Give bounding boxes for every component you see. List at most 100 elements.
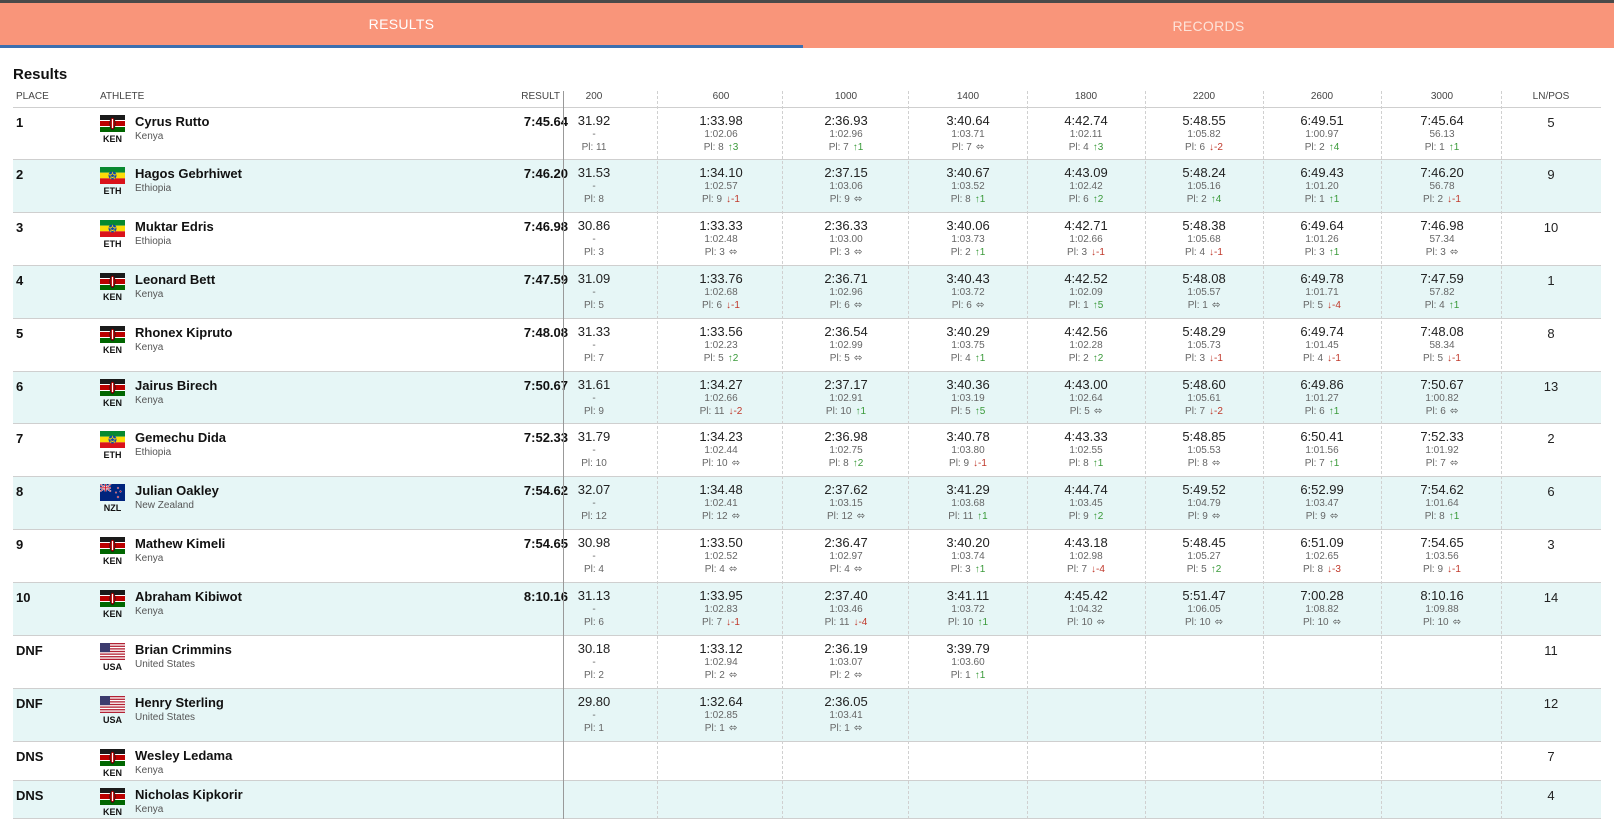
lap-time: 1:03.15: [829, 498, 863, 509]
table-row[interactable]: 1 KEN Cyrus Rutto Kenya 7:45.64 5 31.92- Pl: 11…: [13, 108, 1601, 160]
place-label: Pl: 2: [950, 247, 971, 258]
split-cell-600: 1:33.50 1:02.52 Pl: 4 ⬄: [666, 535, 776, 577]
lap-time: 1:03.74: [951, 551, 985, 562]
table-row[interactable]: DNF USA Henry Sterling United States 12 29.80…: [13, 689, 1601, 742]
tab-records[interactable]: RECORDS: [803, 3, 1614, 48]
section-title: Results: [13, 66, 68, 83]
split-cell-1000: 2:36.93 1:02.96 Pl: 7 ↑1: [791, 113, 901, 155]
table-row[interactable]: DNS KEN Nicholas Kipkorir Kenya 4: [13, 781, 1601, 819]
lap-time: 1:03.52: [951, 181, 985, 192]
lap-time: 1:03.45: [1069, 498, 1103, 509]
lap-time: -: [592, 498, 596, 509]
table-row[interactable]: DNS KEN Wesley Ledama Kenya 7: [13, 742, 1601, 781]
table-row[interactable]: 10 KEN Abraham Kibiwot Kenya 8:10.16 14 31.13-…: [13, 583, 1601, 636]
athlete-name[interactable]: Muktar Edris: [135, 219, 214, 234]
split-time: 2:37.15: [824, 165, 868, 180]
lap-time: 1:02.06: [704, 129, 738, 140]
split-cell-1000: 2:36.47 1:02.97 Pl: 4 ⬄: [791, 535, 901, 577]
lane-position: 11: [1544, 643, 1558, 658]
split-time: 7:54.65: [1420, 535, 1464, 550]
athlete-name[interactable]: Julian Oakley: [135, 483, 219, 498]
arrow-up-icon: ↑1: [974, 194, 986, 205]
arrow-up-icon: ↑5: [974, 406, 986, 417]
split-cell-200: 31.53- Pl: 8: [539, 165, 649, 207]
lap-time: -: [592, 340, 596, 351]
split-cell-3000: 7:50.67 1:00.82 Pl: 6 ⬄: [1387, 377, 1497, 419]
athlete-name[interactable]: Hagos Gebrhiwet: [135, 166, 242, 181]
lap-time: 1:01.45: [1305, 340, 1339, 351]
athlete-country: United States: [135, 712, 196, 723]
kenya-flag-icon: [100, 273, 125, 290]
place-label: Pl: 2: [1423, 194, 1444, 205]
athlete-name[interactable]: Leonard Bett: [135, 272, 215, 287]
split-place: Pl: 1 ⬄: [666, 722, 776, 736]
place-label: Pl: 3: [1185, 353, 1206, 364]
split-place: Pl: 7: [539, 352, 649, 366]
split-time: 3:40.36: [946, 377, 990, 392]
table-row[interactable]: 7 ETH Gemechu Dida Ethiopia 7:52.33 2 31.79- Pl…: [13, 424, 1601, 477]
athlete-name[interactable]: Gemechu Dida: [135, 430, 226, 445]
split-place: Pl: 9 ↑2: [1031, 510, 1141, 524]
table-row[interactable]: 3 ETH Muktar Edris Ethiopia 7:46.98 10 30.86- P…: [13, 213, 1601, 266]
split-place: Pl: 8 ↑1: [1387, 510, 1497, 524]
split-cell-2600: 6:50.41 1:01.56 Pl: 7 ↑1: [1267, 429, 1377, 471]
split-place: Pl: 5 ↑2: [666, 352, 776, 366]
split-time: 7:47.59: [1420, 271, 1464, 286]
athlete-name[interactable]: Jairus Birech: [135, 378, 217, 393]
arrow-down-icon: ↓-1: [726, 300, 740, 311]
athlete-name[interactable]: Brian Crimmins: [135, 642, 232, 657]
table-row[interactable]: 5 KEN Rhonex Kipruto Kenya 7:48.08 8 31.33- Pl:…: [13, 319, 1601, 372]
split-cell-2200: 5:48.55 1:05.82 Pl: 6 ↓-2: [1149, 113, 1259, 155]
table-row[interactable]: DNF USA Brian Crimmins United States 11 30.18…: [13, 636, 1601, 689]
country-code: KEN: [102, 398, 122, 408]
split-time: 5:48.85: [1182, 429, 1226, 444]
tab-results[interactable]: RESULTS: [0, 3, 803, 48]
split-place: Pl: 9: [539, 405, 649, 419]
place-label: Pl: 7: [1304, 458, 1325, 469]
split-time: 3:41.11: [946, 588, 990, 603]
country-code: ETH: [103, 239, 122, 249]
split-time: 1:34.23: [699, 429, 743, 444]
athlete-name[interactable]: Rhonex Kipruto: [135, 325, 233, 340]
split-place: Pl: 3 ↑1: [913, 563, 1023, 577]
place-label: Pl: 1: [1187, 300, 1208, 311]
athlete-country: New Zealand: [135, 500, 194, 511]
arrow-up-icon: ↑1: [974, 353, 986, 364]
split-time: 31.33: [577, 324, 611, 339]
split-cell-2600: 6:49.64 1:01.26 Pl: 3 ↑1: [1267, 218, 1377, 260]
lap-time: 1:03.46: [829, 604, 863, 615]
table-row[interactable]: 2 ETH Hagos Gebrhiwet Ethiopia 7:46.20 9 31.53…: [13, 160, 1601, 213]
lap-time: 1:02.09: [1069, 287, 1103, 298]
place-label: Pl: 6: [1304, 406, 1325, 417]
athlete-name[interactable]: Mathew Kimeli: [135, 536, 225, 551]
split-time: 30.18: [577, 641, 611, 656]
split-place: Pl: 9 ⬄: [1149, 510, 1259, 524]
ethiopia-flag-icon: [100, 167, 125, 184]
split-time: 7:00.28: [1300, 588, 1344, 603]
split-cell-3000: 7:47.59 57.82 Pl: 4 ↑1: [1387, 271, 1497, 313]
arrow-up-icon: ↑1: [1328, 458, 1340, 469]
split-place: Pl: 7 ↑1: [791, 141, 901, 155]
no-change-icon: ⬄: [1452, 617, 1461, 628]
table-row[interactable]: 9 KEN Mathew Kimeli Kenya 7:54.65 3 30.98- Pl: …: [13, 530, 1601, 583]
athlete-name[interactable]: Cyrus Rutto: [135, 114, 209, 129]
split-time: 29.80: [577, 694, 611, 709]
arrow-down-icon: ↓-4: [1091, 564, 1105, 575]
athlete-name[interactable]: Wesley Ledama: [135, 748, 232, 763]
header-lnpos: LN/POS: [1532, 91, 1570, 102]
split-place: Pl: 12 ⬄: [791, 510, 901, 524]
athlete-name[interactable]: Abraham Kibiwot: [135, 589, 242, 604]
athlete-name[interactable]: Henry Sterling: [135, 695, 224, 710]
no-change-icon: ⬄: [1096, 617, 1105, 628]
place: 7: [16, 431, 24, 446]
table-row[interactable]: 8 NZL Julian Oakley New Zealand 7:54.62 6 32.0…: [13, 477, 1601, 530]
split-place: Pl: 6 ⬄: [913, 299, 1023, 313]
athlete-name[interactable]: Nicholas Kipkorir: [135, 787, 243, 802]
lap-time: 58.34: [1429, 340, 1455, 351]
table-row[interactable]: 4 KEN Leonard Bett Kenya 7:47.59 1 31.09- Pl: 5…: [13, 266, 1601, 319]
split-time: 31.79: [577, 429, 611, 444]
split-cell-1400: 3:41.11 1:03.72 Pl: 10 ↑1: [913, 588, 1023, 630]
split-time: 1:34.27: [699, 377, 743, 392]
table-row[interactable]: 6 KEN Jairus Birech Kenya 7:50.67 13 31.61- Pl:…: [13, 372, 1601, 424]
split-cell-2600: 6:52.99 1:03.47 Pl: 9 ⬄: [1267, 482, 1377, 524]
